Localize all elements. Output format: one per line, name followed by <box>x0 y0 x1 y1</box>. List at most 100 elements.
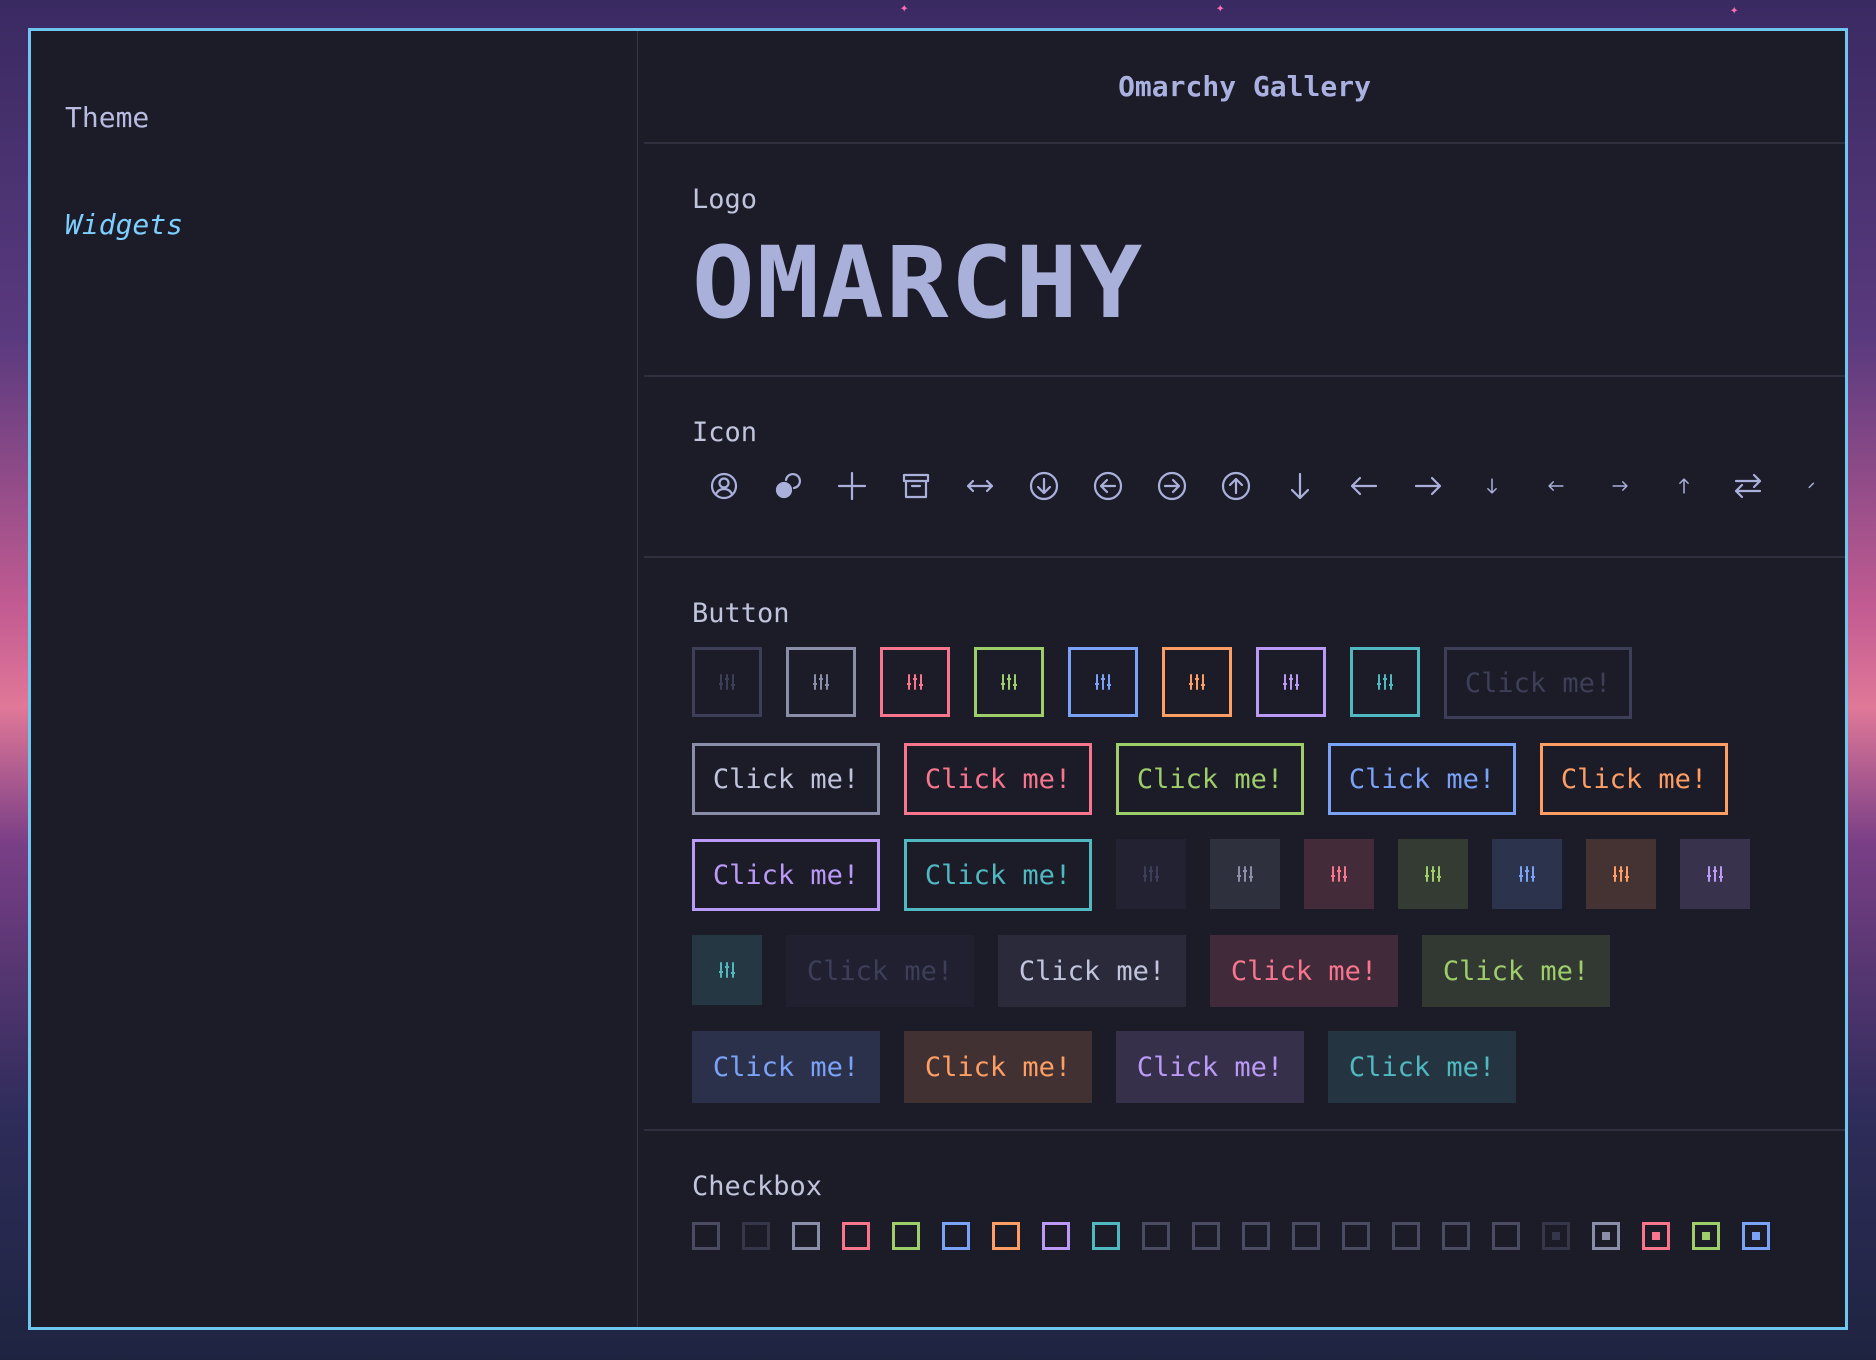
checkbox[interactable] <box>942 1222 970 1250</box>
sliders-icon <box>1095 674 1111 690</box>
arrow-right-icon <box>1396 466 1460 506</box>
disabled-filled-text-button[interactable]: Click me! <box>786 935 974 1007</box>
checkbox[interactable] <box>1492 1222 1520 1250</box>
filled-icon-button-cyan[interactable] <box>692 935 762 1005</box>
filled-icon-button-blue[interactable] <box>1492 839 1562 909</box>
outline-text-button-cyan[interactable]: Click me! <box>904 839 1092 911</box>
section-label-checkbox: Checkbox <box>692 1171 823 1202</box>
filled-icon-button-red[interactable] <box>1304 839 1374 909</box>
filled-text-button-orange[interactable]: Click me! <box>904 1031 1092 1103</box>
checkbox[interactable] <box>892 1222 920 1250</box>
arrow-left-small-icon <box>1524 466 1588 506</box>
icon-section: Icon <box>644 377 1845 558</box>
outline-text-button-orange[interactable]: Click me! <box>1540 743 1728 815</box>
outline-icon-button-orange[interactable] <box>1162 647 1232 717</box>
sidebar: Theme Widgets <box>31 31 638 1327</box>
filled-text-button-green[interactable]: Click me! <box>1422 935 1610 1007</box>
sliders-icon <box>1519 866 1535 882</box>
button-grid: Click me! Click me! Click me! Click me! Clic… <box>692 647 1792 1103</box>
filled-text-button-purple[interactable]: Click me! <box>1116 1031 1304 1103</box>
checkbox[interactable] <box>1092 1222 1120 1250</box>
button-section: Button Click me! Click me! Click me! Click … <box>644 558 1845 1131</box>
outline-icon-button-red[interactable] <box>880 647 950 717</box>
outline-icon-button-green[interactable] <box>974 647 1044 717</box>
outline-icon-button-default[interactable] <box>786 647 856 717</box>
sidebar-item-widgets[interactable]: Widgets <box>65 208 603 241</box>
sliders-icon <box>1425 866 1441 882</box>
disabled-filled-icon-button[interactable] <box>1116 839 1186 909</box>
arrow-left-circle-icon <box>1076 466 1140 506</box>
outline-icon-button-blue[interactable] <box>1068 647 1138 717</box>
arrow-right-small-icon <box>1588 466 1652 506</box>
arrow-down-icon <box>1268 466 1332 506</box>
checkbox[interactable] <box>1442 1222 1470 1250</box>
outline-text-button-red[interactable]: Click me! <box>904 743 1092 815</box>
link-icon <box>756 466 820 506</box>
sliders-icon <box>1331 866 1347 882</box>
checkbox[interactable] <box>1292 1222 1320 1250</box>
checkbox[interactable] <box>1542 1222 1570 1250</box>
outline-icon-button-purple[interactable] <box>1256 647 1326 717</box>
sliders-icon <box>1237 866 1253 882</box>
checkbox[interactable] <box>842 1222 870 1250</box>
outline-icon-button-cyan[interactable] <box>1350 647 1420 717</box>
outline-text-button-green[interactable]: Click me! <box>1116 743 1304 815</box>
outline-text-button-default[interactable]: Click me! <box>692 743 880 815</box>
arrow-down-circle-icon <box>1012 466 1076 506</box>
plus-icon <box>820 466 884 506</box>
outline-text-button-blue[interactable]: Click me! <box>1328 743 1516 815</box>
swap-icon <box>1716 466 1780 506</box>
checkbox[interactable] <box>1392 1222 1420 1250</box>
sliders-icon <box>1377 674 1393 690</box>
arrow-up-small-icon <box>1652 466 1716 506</box>
arrow-left-icon <box>1332 466 1396 506</box>
checkbox[interactable] <box>1342 1222 1370 1250</box>
user-circle-icon <box>692 466 756 506</box>
page-title: Omarchy Gallery <box>644 31 1845 144</box>
sliders-icon <box>1707 866 1723 882</box>
outline-text-button-purple[interactable]: Click me! <box>692 839 880 911</box>
slash-icon <box>1780 466 1844 506</box>
sliders-icon <box>1189 674 1205 690</box>
checkbox[interactable] <box>792 1222 820 1250</box>
arrow-right-circle-icon <box>1140 466 1204 506</box>
arrow-up-circle-icon <box>1204 466 1268 506</box>
filled-text-button-red[interactable]: Click me! <box>1210 935 1398 1007</box>
checkbox[interactable] <box>992 1222 1020 1250</box>
checkbox-row <box>692 1222 1845 1250</box>
sliders-icon <box>719 962 735 978</box>
checkbox[interactable] <box>1642 1222 1670 1250</box>
section-label-logo: Logo <box>692 184 758 215</box>
sliders-icon <box>1143 866 1159 882</box>
sliders-icon <box>1001 674 1017 690</box>
filled-text-button-blue[interactable]: Click me! <box>692 1031 880 1103</box>
checkbox[interactable] <box>1192 1222 1220 1250</box>
filled-icon-button-green[interactable] <box>1398 839 1468 909</box>
checkbox[interactable] <box>742 1222 770 1250</box>
disabled-outline-text-button[interactable]: Click me! <box>1444 647 1632 719</box>
logo-section: Logo OMARCHY <box>644 144 1845 377</box>
checkbox[interactable] <box>1692 1222 1720 1250</box>
checkbox[interactable] <box>692 1222 720 1250</box>
checkbox[interactable] <box>1242 1222 1270 1250</box>
checkbox[interactable] <box>1042 1222 1070 1250</box>
sliders-icon <box>1283 674 1299 690</box>
checkbox[interactable] <box>1592 1222 1620 1250</box>
sliders-icon <box>813 674 829 690</box>
checkbox[interactable] <box>1142 1222 1170 1250</box>
checkbox[interactable] <box>1742 1222 1770 1250</box>
filled-icon-button-default[interactable] <box>1210 839 1280 909</box>
sliders-icon <box>907 674 923 690</box>
app-window: Theme Widgets Omarchy Gallery Logo OMARC… <box>28 28 1848 1330</box>
section-label-icon: Icon <box>692 417 758 448</box>
filled-text-button-cyan[interactable]: Click me! <box>1328 1031 1516 1103</box>
sidebar-item-theme[interactable]: Theme <box>65 101 603 134</box>
archive-icon <box>884 466 948 506</box>
sliders-icon <box>1613 866 1629 882</box>
disabled-outline-icon-button[interactable] <box>692 647 762 717</box>
arrow-down-small-icon <box>1460 466 1524 506</box>
filled-icon-button-purple[interactable] <box>1680 839 1750 909</box>
icon-row <box>692 466 1845 506</box>
filled-icon-button-orange[interactable] <box>1586 839 1656 909</box>
filled-text-button-default[interactable]: Click me! <box>998 935 1186 1007</box>
